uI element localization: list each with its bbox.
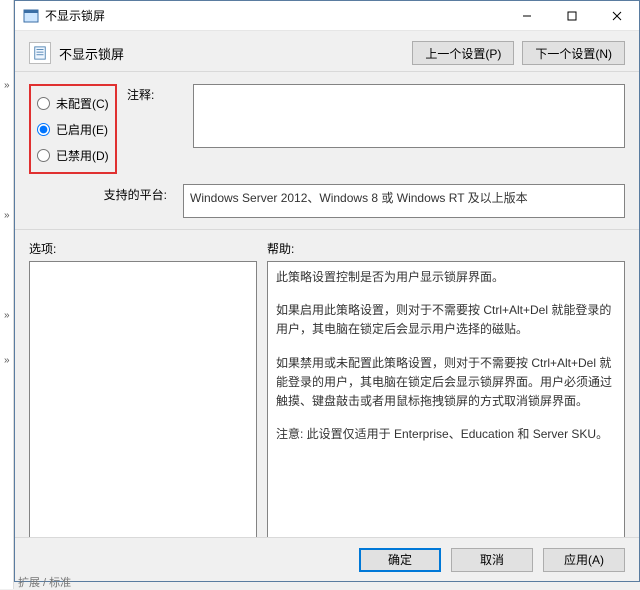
policy-icon bbox=[29, 42, 51, 64]
apply-button[interactable]: 应用(A) bbox=[543, 548, 625, 572]
tree-marker: » bbox=[4, 210, 10, 221]
tree-marker: » bbox=[4, 80, 10, 91]
state-radio-group: 未配置(C) 已启用(E) 已禁用(D) bbox=[29, 84, 117, 174]
window-title: 不显示锁屏 bbox=[45, 7, 105, 24]
dialog-footer: 确定 取消 应用(A) bbox=[15, 537, 639, 581]
tree-marker: » bbox=[4, 310, 10, 321]
panel-headers: 选项: 帮助: bbox=[15, 230, 639, 261]
parent-tab-peek: 扩展 / 标准 bbox=[18, 574, 71, 590]
policy-heading: 不显示锁屏 bbox=[59, 44, 404, 63]
radio-not-configured-label: 未配置(C) bbox=[56, 95, 109, 112]
radio-disabled-input[interactable] bbox=[37, 149, 50, 162]
configuration-section: 未配置(C) 已启用(E) 已禁用(D) 注释: 支持的平台: bbox=[15, 72, 639, 230]
help-header: 帮助: bbox=[267, 240, 625, 257]
comment-textarea[interactable] bbox=[193, 84, 625, 148]
close-button[interactable] bbox=[594, 1, 639, 30]
minimize-button[interactable] bbox=[504, 1, 549, 30]
radio-not-configured[interactable]: 未配置(C) bbox=[37, 90, 109, 116]
help-paragraph: 如果禁用或未配置此策略设置，则对于不需要按 Ctrl+Alt+Del 就能登录的… bbox=[276, 354, 616, 412]
policy-dialog-window: 不显示锁屏 不显示锁屏 上一个设置(P) 下一个设置(N) 未配置(C) bbox=[14, 0, 640, 582]
toolbar: 不显示锁屏 上一个设置(P) 下一个设置(N) bbox=[15, 31, 639, 72]
radio-disabled-label: 已禁用(D) bbox=[56, 147, 109, 164]
previous-setting-button[interactable]: 上一个设置(P) bbox=[412, 41, 514, 65]
next-setting-button[interactable]: 下一个设置(N) bbox=[522, 41, 625, 65]
ok-button[interactable]: 确定 bbox=[359, 548, 441, 572]
titlebar[interactable]: 不显示锁屏 bbox=[15, 1, 639, 31]
radio-disabled[interactable]: 已禁用(D) bbox=[37, 142, 109, 168]
help-panel[interactable]: 此策略设置控制是否为用户显示锁屏界面。 如果启用此策略设置，则对于不需要按 Ct… bbox=[267, 261, 625, 571]
radio-enabled-label: 已启用(E) bbox=[56, 121, 108, 138]
options-header: 选项: bbox=[29, 240, 267, 257]
parent-window-strip: » » » » bbox=[0, 0, 14, 589]
radio-enabled[interactable]: 已启用(E) bbox=[37, 116, 109, 142]
radio-enabled-input[interactable] bbox=[37, 123, 50, 136]
help-paragraph: 注意: 此设置仅适用于 Enterprise、Education 和 Serve… bbox=[276, 425, 616, 444]
window-icon bbox=[23, 8, 39, 24]
supported-on-text bbox=[183, 184, 625, 218]
supported-on-label: 支持的平台: bbox=[29, 184, 173, 203]
radio-not-configured-input[interactable] bbox=[37, 97, 50, 110]
help-paragraph: 此策略设置控制是否为用户显示锁屏界面。 bbox=[276, 268, 616, 287]
comment-label: 注释: bbox=[127, 84, 183, 103]
help-paragraph: 如果启用此策略设置，则对于不需要按 Ctrl+Alt+Del 就能登录的用户，其… bbox=[276, 301, 616, 339]
tree-marker: » bbox=[4, 355, 10, 366]
cancel-button[interactable]: 取消 bbox=[451, 548, 533, 572]
options-panel bbox=[29, 261, 257, 571]
maximize-button[interactable] bbox=[549, 1, 594, 30]
